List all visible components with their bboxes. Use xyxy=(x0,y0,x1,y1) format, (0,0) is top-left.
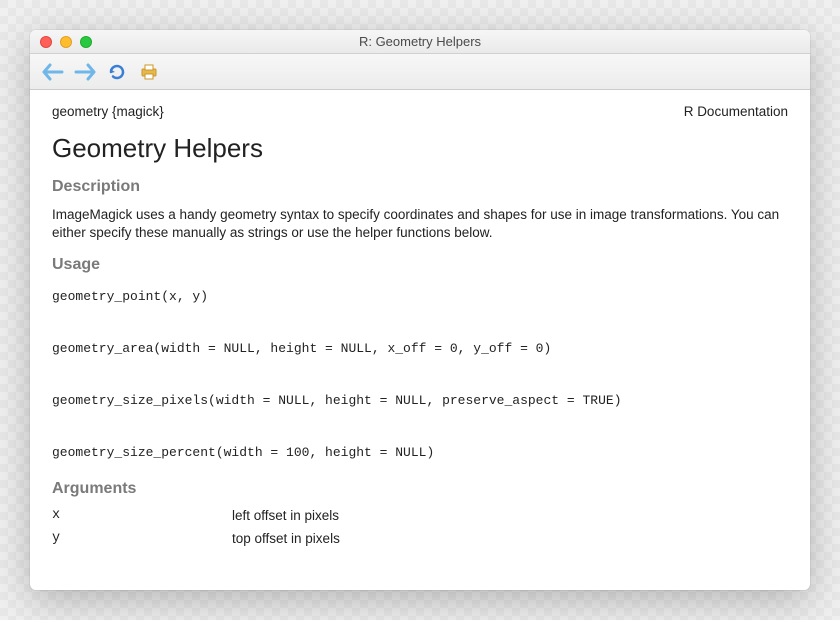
argument-name: y xyxy=(52,531,192,546)
refresh-button[interactable] xyxy=(102,59,132,85)
zoom-button[interactable] xyxy=(80,36,92,48)
back-button[interactable] xyxy=(38,59,68,85)
refresh-icon xyxy=(107,62,127,82)
forward-button[interactable] xyxy=(70,59,100,85)
page-title: Geometry Helpers xyxy=(52,133,788,164)
titlebar: R: Geometry Helpers xyxy=(30,30,810,54)
content: geometry {magick} R Documentation Geomet… xyxy=(30,90,810,590)
section-description-heading: Description xyxy=(52,178,788,196)
close-button[interactable] xyxy=(40,36,52,48)
description-text: ImageMagick uses a handy geometry syntax… xyxy=(52,206,788,242)
minimize-button[interactable] xyxy=(60,36,72,48)
doc-type: R Documentation xyxy=(684,104,788,119)
arrow-left-icon xyxy=(42,63,64,81)
argument-row: x left offset in pixels xyxy=(52,508,788,523)
window: R: Geometry Helpers xyxy=(30,30,810,590)
section-arguments-heading: Arguments xyxy=(52,480,788,498)
argument-name: x xyxy=(52,508,192,523)
traffic-lights xyxy=(40,36,92,48)
argument-desc: left offset in pixels xyxy=(232,508,339,523)
argument-desc: top offset in pixels xyxy=(232,531,340,546)
print-button[interactable] xyxy=(134,59,164,85)
usage-code: geometry_point(x, y) geometry_area(width… xyxy=(52,284,788,466)
printer-icon xyxy=(139,63,159,81)
window-title: R: Geometry Helpers xyxy=(30,34,810,49)
doc-header: geometry {magick} R Documentation xyxy=(52,104,788,119)
topic-package: geometry {magick} xyxy=(52,104,164,119)
argument-row: y top offset in pixels xyxy=(52,531,788,546)
toolbar xyxy=(30,54,810,90)
section-usage-heading: Usage xyxy=(52,256,788,274)
arrow-right-icon xyxy=(74,63,96,81)
